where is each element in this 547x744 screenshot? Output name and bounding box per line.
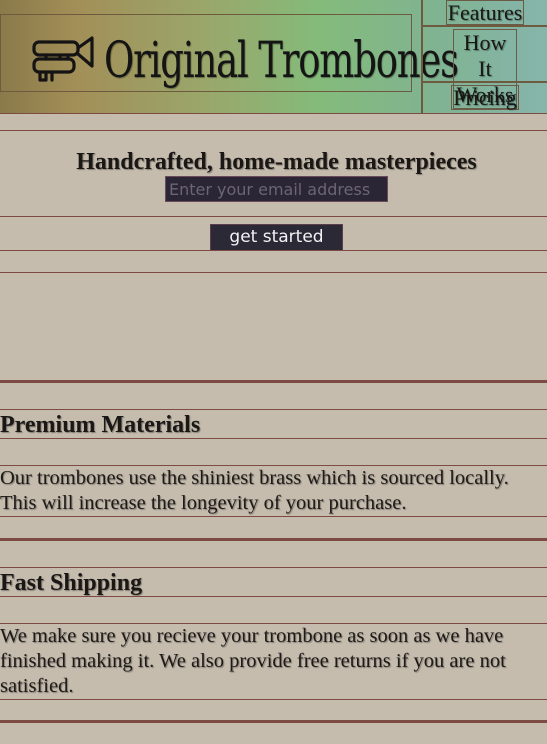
divider [0,113,547,114]
section-divider [0,538,547,541]
divider [0,516,547,517]
divider [0,130,547,131]
site-header: Original Trombones Features How It Works… [0,0,547,113]
email-input[interactable] [165,176,388,202]
nav-menu: Features How It Works Pricing [421,0,547,113]
trombone-icon [32,36,94,82]
brand-name: Original Trombones [104,31,459,89]
nav-link-pricing[interactable]: Pricing [451,85,519,110]
divider [0,438,547,439]
feature-description: Our trombones use the shiniest brass whi… [0,467,509,514]
divider [0,699,547,700]
nav-link-features[interactable]: Features [445,0,525,25]
divider [0,216,547,217]
logo[interactable]: Original Trombones [0,14,459,92]
feature-title: Premium Materials [0,412,201,438]
feature-description: We make sure you recieve your trombone a… [0,625,506,697]
get-started-button[interactable]: get started [210,224,343,251]
section-divider [0,720,547,723]
divider [0,250,547,251]
feature-title: Fast Shipping [0,570,143,596]
divider [0,596,547,597]
divider [0,272,547,273]
section-divider [0,380,547,383]
hero-title: Handcrafted, home-made masterpieces [76,149,477,175]
